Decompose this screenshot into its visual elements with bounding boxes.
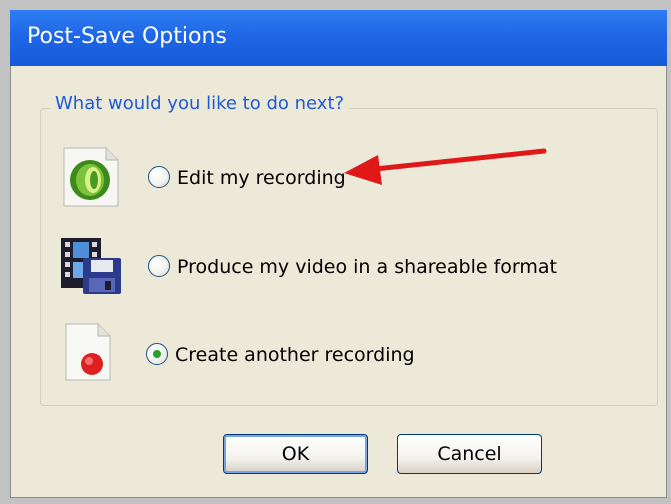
option-label-edit[interactable]: Edit my recording [177,167,346,189]
title-bar[interactable]: Post-Save Options [10,10,667,66]
radio-produce-video[interactable] [148,255,170,277]
radio-edit-recording[interactable] [148,166,170,188]
option-label-produce[interactable]: Produce my video in a shareable format [177,256,557,278]
ok-button[interactable]: OK [223,434,368,474]
film-floppy-icon [61,238,121,294]
option-label-create[interactable]: Create another recording [175,344,415,366]
red-arrow-annotation [344,148,547,185]
radio-create-recording[interactable] [146,343,168,365]
cancel-button[interactable]: Cancel [397,434,542,474]
dialog-title: Post-Save Options [27,24,227,49]
camtasia-studio-icon [63,147,119,207]
groupbox-question: What would you like to do next? [50,93,350,114]
record-document-icon [65,323,111,381]
